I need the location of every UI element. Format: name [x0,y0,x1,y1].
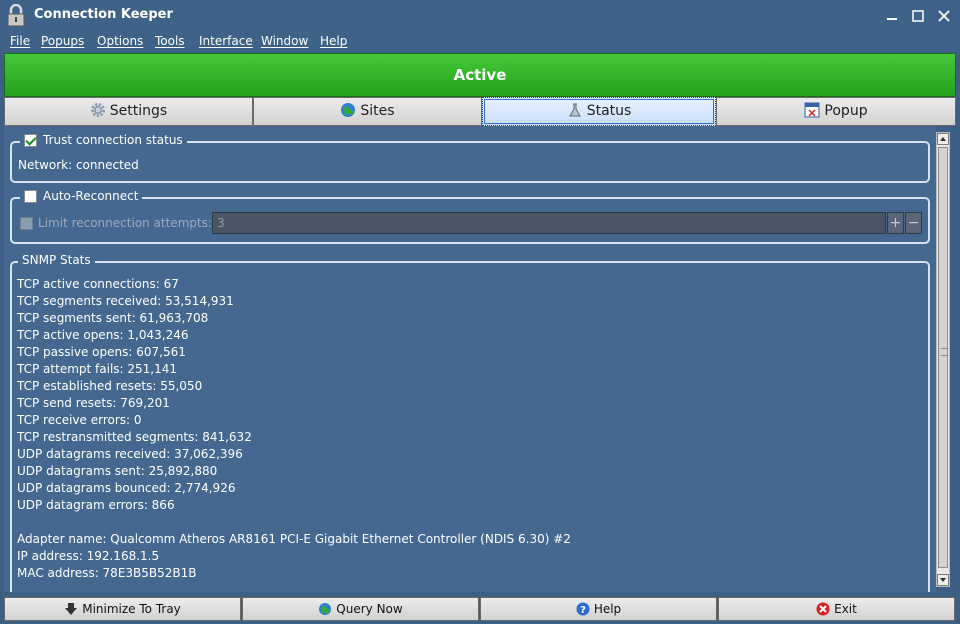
ip-address-line: IP address: 192.168.1.5 [17,549,160,563]
close-icon [938,10,950,22]
button-label: Help [593,602,622,616]
stat-line: UDP datagrams bounced: 2,774,926 [17,481,236,495]
gear-icon [90,103,105,117]
svg-text:?: ? [580,605,586,616]
help-icon: ? [576,602,590,616]
stat-line: TCP segments received: 53,514,931 [17,294,234,308]
network-status-text: Network: connected [18,158,139,172]
trust-connection-group: Trust connection status [10,133,930,183]
trust-connection-checkbox[interactable] [24,133,37,147]
tab-bar: Settings Sites Status Popup [4,97,956,126]
menu-popups[interactable]: Popups [41,34,84,48]
trust-connection-label[interactable]: Trust connection status [43,133,183,147]
scrollbar-grip [941,348,947,356]
stat-line: TCP passive opens: 607,561 [17,345,186,359]
button-label: Exit [834,602,857,616]
minimize-to-tray-button[interactable]: Minimize To Tray [4,597,241,621]
button-label: Query Now [336,602,403,616]
bottom-button-bar: Minimize To Tray Query Now ? Help Exit [0,595,960,624]
menu-tools[interactable]: Tools [155,34,185,48]
increment-button[interactable]: + [887,212,904,234]
tab-label: Status [586,103,632,119]
tab-label: Settings [109,103,168,119]
limit-attempts-checkbox[interactable] [20,217,33,230]
stat-line: TCP receive errors: 0 [17,413,142,427]
tab-sites[interactable]: Sites [253,97,482,126]
tab-settings[interactable]: Settings [4,97,253,126]
padlock-icon [7,4,25,27]
maximize-icon [912,10,924,22]
help-button[interactable]: ? Help [480,597,717,621]
exit-button[interactable]: Exit [718,597,955,621]
tab-label: Popup [824,103,868,119]
scroll-up-icon [940,137,946,141]
vertical-scrollbar[interactable] [936,132,950,587]
stat-line: TCP restransmitted segments: 841,632 [17,430,252,444]
minimize-window-button[interactable] [882,6,902,26]
menu-window[interactable]: Window [261,34,308,48]
tab-popup[interactable]: Popup [716,97,956,126]
auto-reconnect-legend: Auto-Reconnect [20,189,143,203]
auto-reconnect-label[interactable]: Auto-Reconnect [43,189,138,203]
scroll-down-button[interactable] [937,574,949,586]
globe-icon [341,103,356,117]
scroll-down-icon [940,578,946,582]
query-now-button[interactable]: Query Now [242,597,479,621]
stat-line: UDP datagram errors: 866 [17,498,175,512]
globe-refresh-icon [319,603,332,615]
status-panel: Trust connection status Network: connect… [4,126,936,592]
auto-reconnect-checkbox[interactable] [24,189,37,203]
menu-file[interactable]: File [10,34,30,48]
limit-attempts-label: Limit reconnection attempts: [38,216,212,230]
maximize-window-button[interactable] [908,6,928,26]
stat-line: TCP established resets: 55,050 [17,379,203,393]
stat-line: TCP active connections: 67 [17,277,179,291]
adapter-name-line: Adapter name: Qualcomm Atheros AR8161 PC… [17,532,571,546]
stat-line: TCP segments sent: 61,963,708 [17,311,209,325]
stat-line: TCP attempt fails: 251,141 [17,362,178,376]
exit-icon [816,602,830,616]
minimize-icon [887,18,897,20]
title-bar[interactable]: Connection Keeper [0,0,960,32]
scrollbar-thumb[interactable] [938,147,948,568]
stat-line: TCP send resets: 769,201 [17,396,170,410]
menu-interface[interactable]: Interface [199,34,253,48]
popup-window-icon [804,102,820,118]
limit-attempts-input[interactable]: 3 [212,212,886,234]
menu-help[interactable]: Help [320,34,347,48]
tab-status[interactable]: Status [482,97,716,126]
decrement-button[interactable]: − [905,212,922,234]
snmp-stats-legend: SNMP Stats [18,253,95,267]
close-window-button[interactable] [934,6,954,26]
button-label: Minimize To Tray [82,602,181,616]
stat-line: UDP datagrams sent: 25,892,880 [17,464,218,478]
scroll-up-button[interactable] [937,133,949,145]
connection-status-banner: Active [4,53,956,97]
menu-bar: File Popups Options Tools Interface Wind… [0,32,960,52]
stat-line: UDP datagrams received: 37,062,396 [17,447,243,461]
menu-options[interactable]: Options [97,34,143,48]
tab-label: Sites [360,103,395,119]
down-arrow-icon [65,603,78,615]
trust-connection-legend: Trust connection status [20,133,187,147]
window-title: Connection Keeper [34,7,173,22]
stat-line: TCP active opens: 1,043,246 [17,328,189,342]
flask-icon [568,103,581,117]
mac-address-line: MAC address: 78E3B5B52B1B [17,566,197,580]
